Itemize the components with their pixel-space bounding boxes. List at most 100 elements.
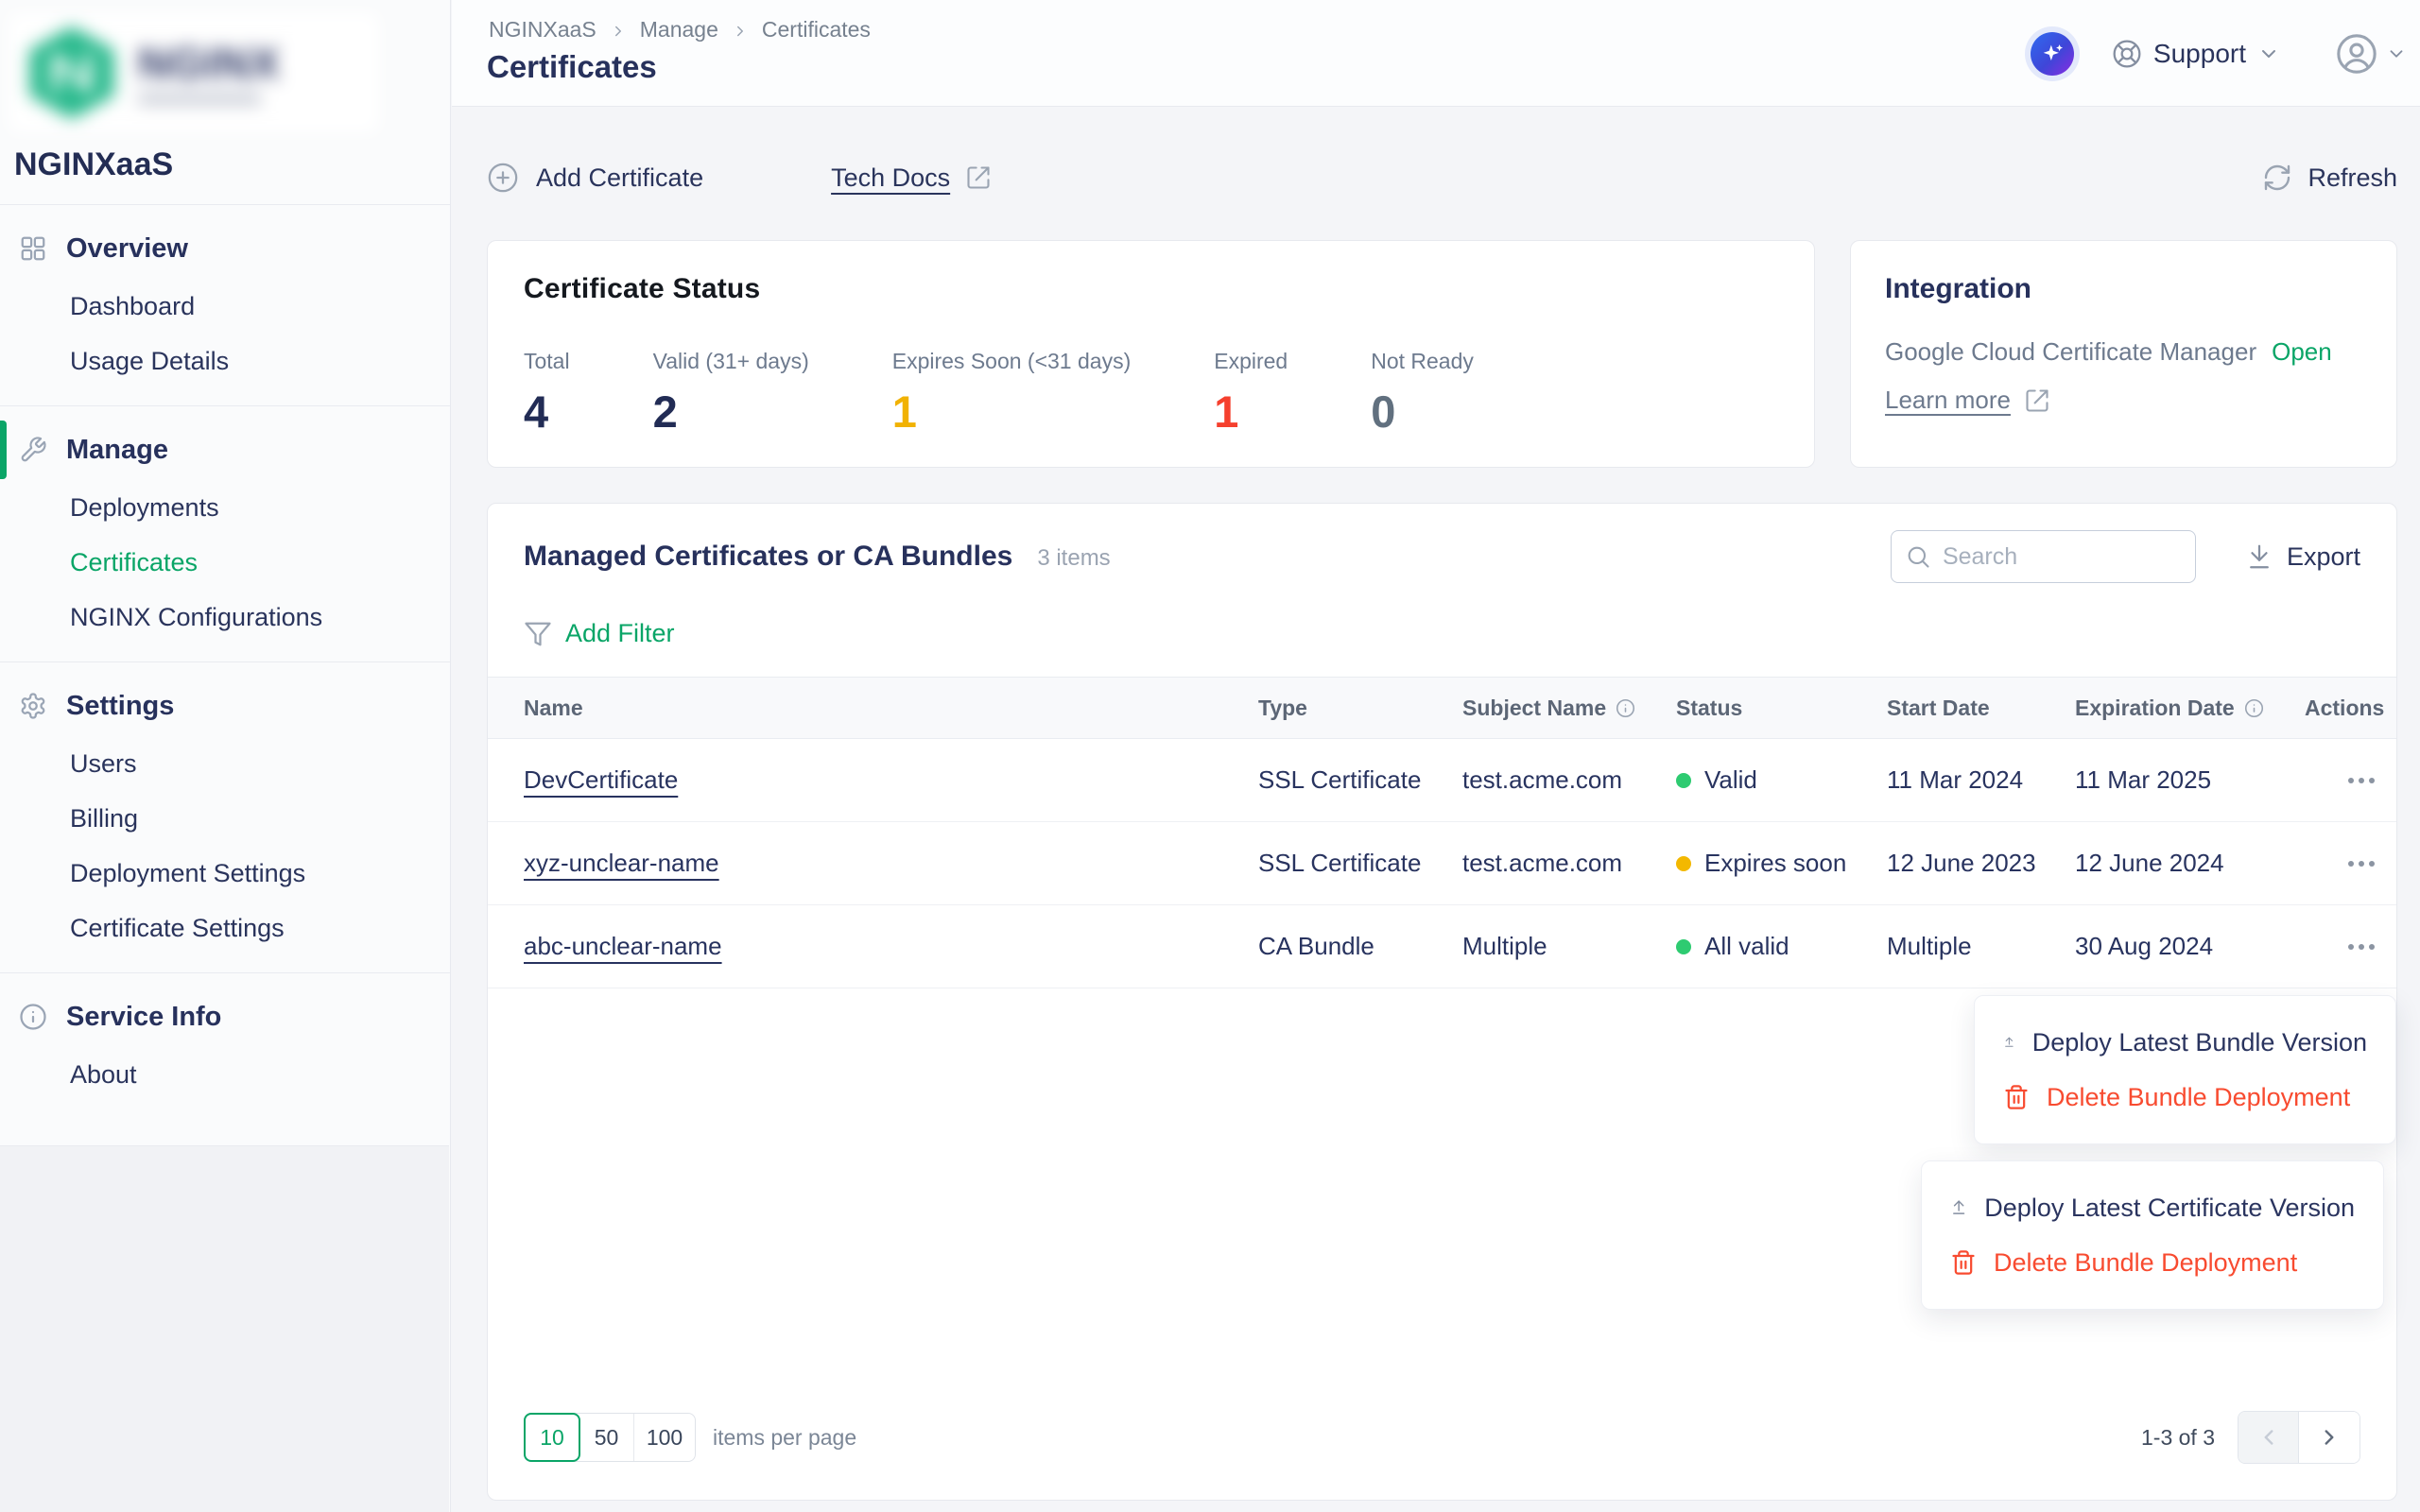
sidebar-section-settings[interactable]: Settings bbox=[0, 676, 450, 736]
ai-assistant-button[interactable] bbox=[2031, 32, 2074, 76]
stat-valid: Valid (31+ days) 2 bbox=[653, 349, 809, 438]
column-header-type: Type bbox=[1258, 696, 1462, 721]
sidebar-section-overview[interactable]: Overview bbox=[0, 218, 450, 279]
upload-icon bbox=[1950, 1194, 1967, 1221]
sparkle-icon bbox=[2039, 41, 2066, 67]
chevron-right-icon bbox=[732, 23, 749, 40]
avatar-icon bbox=[2335, 32, 2378, 76]
search-box[interactable] bbox=[1891, 530, 2196, 583]
breadcrumb-nginxaas[interactable]: NGINXaaS bbox=[489, 17, 596, 43]
table-row: xyz-unclear-name SSL Certificate test.ac… bbox=[488, 822, 2396, 905]
chevron-down-icon bbox=[2257, 43, 2280, 65]
add-certificate-button[interactable]: Add Certificate bbox=[487, 162, 703, 194]
sidebar-item-deployments[interactable]: Deployments bbox=[0, 480, 450, 535]
cell-start-date: Multiple bbox=[1887, 932, 2075, 961]
delete-bundle-deployment-item[interactable]: Delete Bundle Deployment bbox=[1975, 1070, 2395, 1125]
cell-expiration-date: 11 Mar 2025 bbox=[2075, 765, 2305, 795]
learn-more-link[interactable]: Learn more bbox=[1885, 386, 2362, 415]
column-header-start-date: Start Date bbox=[1887, 696, 2075, 721]
cell-start-date: 12 June 2023 bbox=[1887, 849, 2075, 878]
status-dot-amber bbox=[1676, 856, 1691, 871]
deploy-latest-certificate-version-item[interactable]: Deploy Latest Certificate Version bbox=[1922, 1180, 2383, 1235]
gear-icon bbox=[19, 692, 47, 720]
certificate-actions-menu: Deploy Latest Certificate Version Delete… bbox=[1921, 1160, 2384, 1310]
deploy-latest-bundle-version-item[interactable]: Deploy Latest Bundle Version bbox=[1975, 1015, 2395, 1070]
sidebar-section-service-info[interactable]: Service Info bbox=[0, 987, 450, 1047]
sidebar-item-certificate-settings[interactable]: Certificate Settings bbox=[0, 901, 450, 955]
column-header-status: Status bbox=[1676, 696, 1887, 721]
table-row: DevCertificate SSL Certificate test.acme… bbox=[488, 739, 2396, 822]
nginx-hexagon-icon bbox=[23, 24, 121, 122]
column-header-expiration-date: Expiration Date bbox=[2075, 696, 2305, 721]
breadcrumb-manage[interactable]: Manage bbox=[640, 17, 718, 43]
cell-expiration-date: 12 June 2024 bbox=[2075, 849, 2305, 878]
filter-funnel-icon bbox=[524, 620, 552, 648]
status-dot-green bbox=[1676, 939, 1691, 954]
export-button[interactable]: Export bbox=[2245, 542, 2360, 572]
sidebar-item-nginx-configurations[interactable]: NGINX Configurations bbox=[0, 590, 450, 644]
nginx-wordmark: NGINX bbox=[138, 42, 281, 85]
next-page-button[interactable] bbox=[2299, 1412, 2360, 1463]
page-size-100[interactable]: 100 bbox=[634, 1414, 695, 1461]
info-circle-icon[interactable] bbox=[2244, 698, 2264, 718]
nginx-logo: NGINX bbox=[9, 13, 388, 136]
status-dot-green bbox=[1676, 773, 1691, 788]
page-size-10[interactable]: 10 bbox=[524, 1413, 580, 1462]
support-label: Support bbox=[2153, 39, 2246, 69]
refresh-icon bbox=[2262, 163, 2292, 193]
certificate-name-link[interactable]: xyz-unclear-name bbox=[524, 849, 719, 878]
sidebar-item-billing[interactable]: Billing bbox=[0, 791, 450, 846]
info-circle-icon[interactable] bbox=[1616, 698, 1635, 718]
page-toolbar: Add Certificate Tech Docs Refresh bbox=[487, 137, 2397, 218]
cell-type: CA Bundle bbox=[1258, 932, 1462, 961]
stat-total: Total 4 bbox=[524, 349, 570, 438]
cell-subject: test.acme.com bbox=[1462, 849, 1676, 878]
stat-not-ready-value: 0 bbox=[1371, 386, 1474, 438]
sidebar-section-manage[interactable]: Manage bbox=[0, 420, 450, 480]
chevron-left-icon bbox=[2256, 1425, 2281, 1450]
column-header-actions: Actions bbox=[2305, 696, 2396, 721]
row-actions-button[interactable] bbox=[2348, 851, 2375, 876]
previous-page-button[interactable] bbox=[2238, 1412, 2299, 1463]
grid-icon bbox=[19, 234, 47, 263]
items-per-page-label: items per page bbox=[713, 1425, 856, 1451]
table-title: Managed Certificates or CA Bundles bbox=[524, 541, 1012, 573]
cell-status: All valid bbox=[1676, 932, 1887, 961]
sidebar-item-users[interactable]: Users bbox=[0, 736, 450, 791]
column-header-name: Name bbox=[488, 696, 1258, 721]
page-size-selector: 10 50 100 bbox=[524, 1413, 696, 1462]
row-actions-button[interactable] bbox=[2348, 935, 2375, 959]
active-section-indicator bbox=[0, 421, 7, 479]
cell-subject: Multiple bbox=[1462, 932, 1676, 961]
sidebar-item-dashboard[interactable]: Dashboard bbox=[0, 279, 450, 334]
cell-subject: test.acme.com bbox=[1462, 765, 1676, 795]
user-menu[interactable] bbox=[2335, 32, 2407, 76]
support-menu[interactable]: Support bbox=[2112, 39, 2280, 69]
page-title: Certificates bbox=[487, 49, 657, 85]
certificate-name-link[interactable]: DevCertificate bbox=[524, 765, 678, 795]
row-actions-button[interactable] bbox=[2348, 768, 2375, 793]
column-header-subject-name: Subject Name bbox=[1462, 696, 1676, 721]
delete-bundle-deployment-item[interactable]: Delete Bundle Deployment bbox=[1922, 1235, 2383, 1290]
table-header-row: Name Type Subject Name Status Start Date… bbox=[488, 677, 2396, 739]
certificate-name-link[interactable]: abc-unclear-name bbox=[524, 932, 722, 961]
sidebar-item-certificates[interactable]: Certificates bbox=[0, 535, 450, 590]
status-card-title: Certificate Status bbox=[524, 273, 1778, 305]
refresh-button[interactable]: Refresh bbox=[2262, 163, 2397, 193]
chevron-down-icon bbox=[2386, 43, 2407, 64]
wrench-icon bbox=[19, 436, 47, 464]
pagination: 10 50 100 items per page 1-3 of 3 bbox=[524, 1411, 2360, 1464]
sidebar-item-usage-details[interactable]: Usage Details bbox=[0, 334, 450, 388]
sidebar-item-deployment-settings[interactable]: Deployment Settings bbox=[0, 846, 450, 901]
search-input[interactable] bbox=[1943, 543, 2169, 571]
sidebar-item-about[interactable]: About bbox=[0, 1047, 450, 1102]
stat-expires-soon: Expires Soon (<31 days) 1 bbox=[892, 349, 1132, 438]
page-size-50[interactable]: 50 bbox=[579, 1414, 634, 1461]
search-icon bbox=[1905, 543, 1931, 570]
integration-open-link[interactable]: Open bbox=[2272, 337, 2332, 367]
add-filter-button[interactable]: Add Filter bbox=[488, 583, 2396, 677]
stat-expired-value: 1 bbox=[1214, 386, 1288, 438]
tech-docs-link[interactable]: Tech Docs bbox=[831, 163, 992, 193]
trash-icon bbox=[2003, 1084, 2030, 1110]
cell-status: Expires soon bbox=[1676, 849, 1887, 878]
